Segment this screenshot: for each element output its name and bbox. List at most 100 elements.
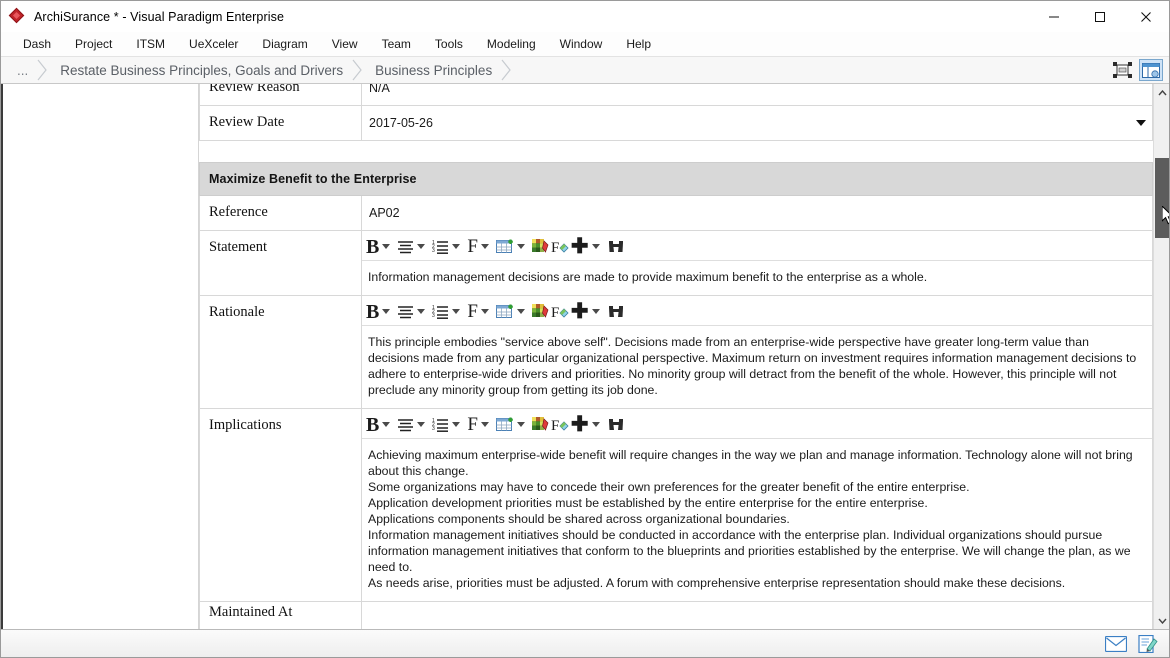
chevron-down-icon[interactable] bbox=[382, 244, 390, 249]
fit-view-icon[interactable] bbox=[1110, 59, 1134, 81]
field-value-rationale[interactable]: B bbox=[362, 296, 1153, 409]
chevron-down-icon[interactable] bbox=[417, 244, 425, 249]
list-button[interactable]: 123 bbox=[432, 414, 465, 436]
align-button[interactable] bbox=[397, 236, 430, 258]
text-color-button[interactable] bbox=[532, 236, 549, 258]
implications-text[interactable]: Achieving maximum enterprise-wide benefi… bbox=[362, 438, 1152, 601]
font-button[interactable]: F bbox=[467, 301, 494, 323]
font-button[interactable]: F bbox=[467, 236, 494, 258]
font-icon: F bbox=[467, 301, 478, 323]
chevron-down-icon[interactable] bbox=[517, 244, 525, 249]
find-button[interactable] bbox=[607, 414, 625, 436]
chevron-down-icon[interactable] bbox=[1136, 120, 1146, 126]
insert-table-button[interactable] bbox=[496, 236, 530, 258]
menu-item-diagram[interactable]: Diagram bbox=[250, 34, 319, 54]
left-pane bbox=[3, 84, 199, 629]
open-specification-icon[interactable] bbox=[1139, 59, 1163, 81]
chevron-down-icon[interactable] bbox=[481, 244, 489, 249]
text-color-button[interactable] bbox=[532, 414, 549, 436]
menu-item-team[interactable]: Team bbox=[370, 34, 423, 54]
text-color-button[interactable] bbox=[532, 301, 549, 323]
breadcrumb-item-root[interactable]: ... bbox=[9, 57, 34, 83]
mail-icon[interactable] bbox=[1103, 633, 1129, 655]
chevron-down-icon[interactable] bbox=[417, 422, 425, 427]
vertical-scrollbar[interactable] bbox=[1153, 84, 1169, 629]
menu-bar: Dash Project ITSM UeXceler Diagram View … bbox=[1, 32, 1169, 57]
menu-item-help[interactable]: Help bbox=[614, 34, 663, 54]
svg-text:F: F bbox=[551, 240, 559, 255]
chevron-right-icon bbox=[34, 57, 50, 83]
find-button[interactable] bbox=[607, 236, 625, 258]
section-header-row: Maximize Benefit to the Enterprise bbox=[200, 163, 1153, 196]
insert-button[interactable]: ✚ bbox=[571, 414, 605, 436]
bold-button[interactable]: B bbox=[366, 414, 395, 436]
list-button[interactable]: 123 bbox=[432, 301, 465, 323]
section-title: Maximize Benefit to the Enterprise bbox=[200, 163, 1153, 196]
bold-button[interactable]: B bbox=[366, 301, 395, 323]
implications-paragraph: As needs arise, priorities must be adjus… bbox=[368, 575, 1142, 591]
insert-button[interactable]: ✚ bbox=[571, 301, 605, 323]
bold-icon: B bbox=[366, 301, 379, 323]
field-value-implications[interactable]: B bbox=[362, 409, 1153, 602]
maximize-icon[interactable] bbox=[1077, 1, 1123, 32]
breadcrumb-item-business-principles[interactable]: Business Principles bbox=[365, 57, 498, 83]
minimize-icon[interactable] bbox=[1031, 1, 1077, 32]
breadcrumb-item-restate-business-principles[interactable]: Restate Business Principles, Goals and D… bbox=[50, 57, 349, 83]
statement-text[interactable]: Information management decisions are mad… bbox=[362, 260, 1152, 295]
chevron-down-icon[interactable] bbox=[481, 309, 489, 314]
chevron-down-icon[interactable] bbox=[452, 309, 460, 314]
menu-item-modeling[interactable]: Modeling bbox=[475, 34, 548, 54]
chevron-down-icon[interactable] bbox=[382, 309, 390, 314]
field-value-review-date[interactable]: 2017-05-26 bbox=[362, 106, 1153, 141]
scroll-down-icon[interactable] bbox=[1154, 612, 1169, 629]
scroll-up-icon[interactable] bbox=[1154, 84, 1169, 101]
chevron-down-icon[interactable] bbox=[592, 244, 600, 249]
find-button[interactable] bbox=[607, 301, 625, 323]
chevron-down-icon[interactable] bbox=[517, 422, 525, 427]
specification-form-pane: Review Reason N/A Review Date 2017-05-26 bbox=[199, 84, 1169, 629]
menu-item-project[interactable]: Project bbox=[63, 34, 124, 54]
insert-table-button[interactable] bbox=[496, 414, 530, 436]
window-controls bbox=[1031, 1, 1169, 32]
chevron-down-icon[interactable] bbox=[452, 422, 460, 427]
plus-icon: ✚ bbox=[571, 301, 589, 323]
clear-format-button[interactable]: F bbox=[551, 301, 569, 323]
chevron-down-icon[interactable] bbox=[592, 309, 600, 314]
svg-text:3: 3 bbox=[432, 426, 435, 432]
field-value-statement[interactable]: B bbox=[362, 231, 1153, 296]
chevron-down-icon[interactable] bbox=[517, 309, 525, 314]
rationale-text[interactable]: This principle embodies "service above s… bbox=[362, 325, 1152, 408]
field-value-review-reason[interactable]: N/A bbox=[362, 84, 1153, 106]
font-icon: F bbox=[467, 414, 478, 436]
font-button[interactable]: F bbox=[467, 414, 494, 436]
menu-item-tools[interactable]: Tools bbox=[423, 34, 475, 54]
clear-format-icon: F bbox=[551, 236, 569, 258]
chevron-down-icon[interactable] bbox=[417, 309, 425, 314]
menu-item-view[interactable]: View bbox=[320, 34, 370, 54]
field-value-reference[interactable]: AP02 bbox=[362, 196, 1153, 231]
table-row: Rationale B bbox=[200, 296, 1153, 409]
clear-format-button[interactable]: F bbox=[551, 414, 569, 436]
menu-item-uexceler[interactable]: UeXceler bbox=[177, 34, 250, 54]
clear-format-button[interactable]: F bbox=[551, 236, 569, 258]
table-row: Review Date 2017-05-26 bbox=[200, 106, 1153, 141]
insert-button[interactable]: ✚ bbox=[571, 236, 605, 258]
menu-item-dash[interactable]: Dash bbox=[11, 34, 63, 54]
chevron-down-icon[interactable] bbox=[592, 422, 600, 427]
close-icon[interactable] bbox=[1123, 1, 1169, 32]
chevron-down-icon[interactable] bbox=[481, 422, 489, 427]
specification-table: Review Reason N/A Review Date 2017-05-26 bbox=[199, 84, 1153, 629]
list-button[interactable]: 123 bbox=[432, 236, 465, 258]
align-button[interactable] bbox=[397, 414, 430, 436]
menu-item-window[interactable]: Window bbox=[548, 34, 615, 54]
bold-button[interactable]: B bbox=[366, 236, 395, 258]
insert-table-button[interactable] bbox=[496, 301, 530, 323]
binoculars-icon bbox=[607, 414, 625, 436]
table-row: Reference AP02 bbox=[200, 196, 1153, 231]
menu-item-itsm[interactable]: ITSM bbox=[124, 34, 177, 54]
chevron-down-icon[interactable] bbox=[452, 244, 460, 249]
note-edit-icon[interactable] bbox=[1135, 633, 1161, 655]
chevron-down-icon[interactable] bbox=[382, 422, 390, 427]
align-button[interactable] bbox=[397, 301, 430, 323]
field-value-maintained-at[interactable] bbox=[362, 602, 1153, 630]
